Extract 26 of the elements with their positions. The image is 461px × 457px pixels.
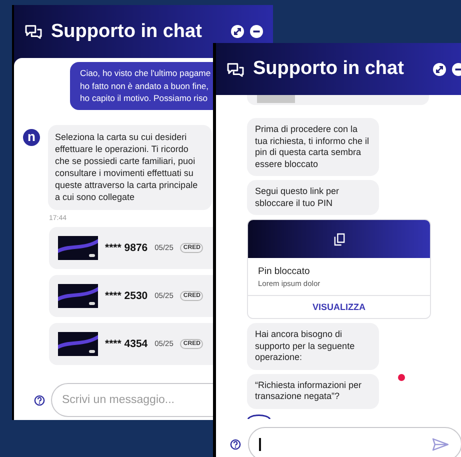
expand-icon[interactable] [433,62,446,76]
help-icon[interactable] [230,438,241,450]
window-title: Supporto in chat [51,20,203,42]
copy-icon [334,232,344,246]
bot-avatar: n [23,128,40,146]
card-image-icon [58,332,98,356]
card-image-icon [58,284,98,308]
loading-icon [247,412,271,418]
message-input[interactable] [248,427,461,457]
minimize-icon[interactable] [250,25,263,38]
view-button[interactable]: VISUALIZZA [248,295,430,318]
help-icon[interactable] [34,394,45,406]
bot-message: Hai ancora bisogno di supporto per la seguente operazione: [247,323,379,370]
bot-message: Prima di procedere con la tua richiesta, ti informo che il pin di questa carta sembra essere bloccato [247,118,379,176]
window-title: Supporto in chat [253,58,405,80]
card-image-icon [58,236,98,260]
bot-message: Segui questo link per sbloccare il tuo PIN [247,180,379,215]
message-input[interactable]: Scrivi un messaggio... [51,383,216,417]
bot-message: Seleziona la carta su cui desideri effettuare le operazioni. Ti ricordo che se possiedi carte familiari, puoi consultare i movimenti effettuati su queste attraverso la carta principale a cui sono collegate [48,124,212,210]
send-icon[interactable] [432,438,449,450]
chat-bubbles-icon [24,24,43,39]
user-message: Ciao, ho visto che l'ultimo pagame ho fatto non è andato a buon fine, ho capito il motivo. Possiamo riso [70,62,215,110]
chat-bubbles-icon [226,62,245,76]
pin-card-title: Pin bloccato [258,266,310,277]
bot-message: “Richiesta informazioni per transazione negata”? [247,374,379,408]
expand-icon[interactable] [231,25,244,38]
